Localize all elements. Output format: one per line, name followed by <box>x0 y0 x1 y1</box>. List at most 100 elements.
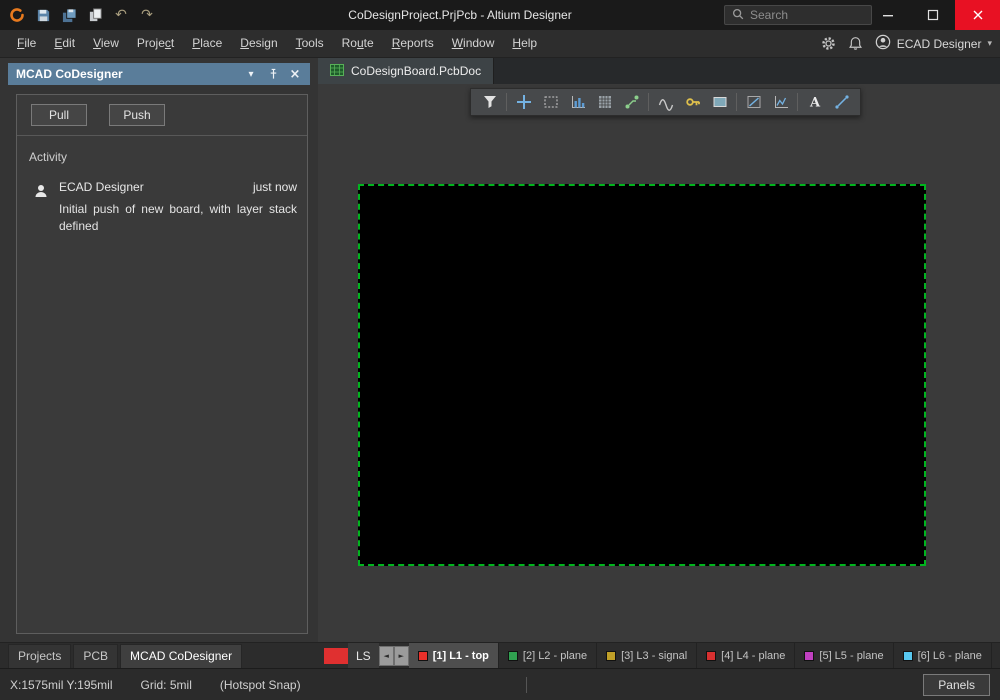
layer-tab-1[interactable]: [1] L1 - top <box>409 643 499 669</box>
text-icon[interactable]: A <box>801 90 828 114</box>
menu-help[interactable]: Help <box>503 30 546 57</box>
menu-file[interactable]: File <box>8 30 45 57</box>
sync-button-row: Pull Push <box>17 95 307 136</box>
pcb-toolbar: A <box>470 88 861 116</box>
layer-label: [3] L3 - signal <box>621 650 687 662</box>
menu-tools[interactable]: Tools <box>287 30 333 57</box>
menu-edit[interactable]: Edit <box>45 30 84 57</box>
layer-tab-4[interactable]: [4] L4 - plane <box>697 643 795 669</box>
measure-icon[interactable] <box>767 90 794 114</box>
toolbar-separator <box>736 93 737 111</box>
layer-label: [2] L2 - plane <box>523 650 587 662</box>
menu-reports[interactable]: Reports <box>383 30 443 57</box>
redo-icon[interactable]: ↷ <box>138 6 156 24</box>
panel-dropdown-icon[interactable]: ▾ <box>244 69 258 80</box>
minimize-button[interactable] <box>865 0 910 30</box>
maximize-button[interactable] <box>910 0 955 30</box>
document-tab-label: CoDesignBoard.PcbDoc <box>351 64 481 78</box>
grid-pattern-icon[interactable] <box>591 90 618 114</box>
svg-text:A: A <box>808 96 820 111</box>
chevron-down-icon: ▾ <box>987 39 992 49</box>
panel-tab-mcad-codesigner[interactable]: MCAD CoDesigner <box>120 644 242 668</box>
menu-window[interactable]: Window <box>443 30 504 57</box>
menu-route[interactable]: Route <box>333 30 383 57</box>
notifications-bell-icon[interactable] <box>848 36 863 51</box>
account-button[interactable]: ECAD Designer ▾ <box>875 34 992 53</box>
menu-place[interactable]: Place <box>183 30 231 57</box>
filter-icon[interactable] <box>476 90 503 114</box>
grid-setting: Grid: 5mil <box>141 678 192 692</box>
save-all-icon[interactable] <box>60 6 78 24</box>
mcad-codesigner-panel: MCAD CoDesigner ▾ × Pull Push Activity E… <box>0 58 318 642</box>
layer-tab-2[interactable]: [2] L2 - plane <box>499 643 597 669</box>
layer-label: [4] L4 - plane <box>721 650 785 662</box>
pcb-document-icon <box>330 64 344 79</box>
document-tab-codesignboard[interactable]: CoDesignBoard.PcbDoc <box>318 58 494 84</box>
panel-header: MCAD CoDesigner ▾ × <box>8 63 310 85</box>
panel-tab-projects[interactable]: Projects <box>8 644 71 668</box>
pin-icon[interactable] <box>266 68 280 80</box>
active-layer-color-swatch <box>324 648 348 664</box>
panel-tab-pcb[interactable]: PCB <box>73 644 118 668</box>
panel-tabs: ProjectsPCBMCAD CoDesigner <box>0 642 318 668</box>
layer-scroll-right-icon[interactable]: ► <box>394 646 409 666</box>
pcb-canvas[interactable]: A <box>318 84 1000 642</box>
titlebar: ↶ ↷ CoDesignProject.PrjPcb - Altium Desi… <box>0 0 1000 30</box>
panel-close-icon[interactable]: × <box>288 68 302 81</box>
activity-list-item[interactable]: ECAD Designer just now Initial push of n… <box>17 174 307 235</box>
layer-tab-6[interactable]: [6] L6 - plane <box>894 643 992 669</box>
document-tabbar: CoDesignBoard.PcbDoc <box>318 58 1000 84</box>
pull-button[interactable]: Pull <box>31 104 87 126</box>
layer-color-swatch <box>804 651 814 661</box>
key-icon[interactable] <box>679 90 706 114</box>
layer-label: [1] L1 - top <box>433 650 489 662</box>
layer-scroll-left-icon[interactable]: ◄ <box>379 646 394 666</box>
bar-chart-icon[interactable] <box>564 90 591 114</box>
menu-project[interactable]: Project <box>128 30 183 57</box>
settings-gear-icon[interactable] <box>821 36 836 51</box>
layer-tab-5[interactable]: [5] L5 - plane <box>795 643 893 669</box>
user-avatar-icon <box>875 34 891 53</box>
layer-sets-button[interactable]: LS <box>348 643 379 669</box>
activity-timestamp: just now <box>253 180 297 194</box>
layer-color-swatch <box>606 651 616 661</box>
quick-access-toolbar: ↶ ↷ <box>8 0 156 30</box>
layer-color-swatch <box>903 651 913 661</box>
area-select-icon[interactable] <box>537 90 564 114</box>
close-button[interactable] <box>955 0 1000 30</box>
layer-label: [6] L6 - plane <box>918 650 982 662</box>
pcb-board[interactable] <box>358 184 926 566</box>
layer-bar: LS ◄ ► [1] L1 - top [2] L2 - plane [3] L3 … <box>318 642 1000 668</box>
statusbar-divider <box>526 677 527 693</box>
push-button[interactable]: Push <box>109 104 165 126</box>
menu-view[interactable]: View <box>84 30 128 57</box>
search-box[interactable] <box>724 5 872 25</box>
interactive-route-icon[interactable] <box>652 90 679 114</box>
layer-tab-3[interactable]: [3] L3 - signal <box>597 643 697 669</box>
window-title: CoDesignProject.PrjPcb - Altium Designer <box>200 0 720 30</box>
panels-button[interactable]: Panels <box>923 674 990 696</box>
undo-icon[interactable]: ↶ <box>112 6 130 24</box>
route-trace-icon[interactable] <box>618 90 645 114</box>
menu-design[interactable]: Design <box>231 30 286 57</box>
menubar: FileEditViewProjectPlaceDesignToolsRoute… <box>0 30 1000 58</box>
layer-color-swatch <box>706 651 716 661</box>
panel-title: MCAD CoDesigner <box>16 67 236 81</box>
account-name: ECAD Designer <box>897 37 982 51</box>
menubar-items: FileEditViewProjectPlaceDesignToolsRoute… <box>0 30 546 57</box>
slope-line-icon[interactable] <box>740 90 767 114</box>
layer-tabs: [1] L1 - top [2] L2 - plane [3] L3 - signa… <box>409 643 1000 669</box>
line-icon[interactable] <box>828 90 855 114</box>
layer-color-swatch <box>418 651 428 661</box>
copy-icon[interactable] <box>86 6 104 24</box>
toolbar-separator <box>797 93 798 111</box>
person-icon <box>33 180 49 235</box>
polygon-plane-icon[interactable] <box>706 90 733 114</box>
statusbar: X:1575mil Y:195mil Grid: 5mil (Hotspot S… <box>0 668 1000 700</box>
crosshair-icon[interactable] <box>510 90 537 114</box>
panel-content: Pull Push Activity ECAD Designer just no… <box>16 94 308 634</box>
save-icon[interactable] <box>34 6 52 24</box>
search-input[interactable] <box>750 8 865 22</box>
search-icon <box>731 7 745 24</box>
layer-label: [5] L5 - plane <box>819 650 883 662</box>
